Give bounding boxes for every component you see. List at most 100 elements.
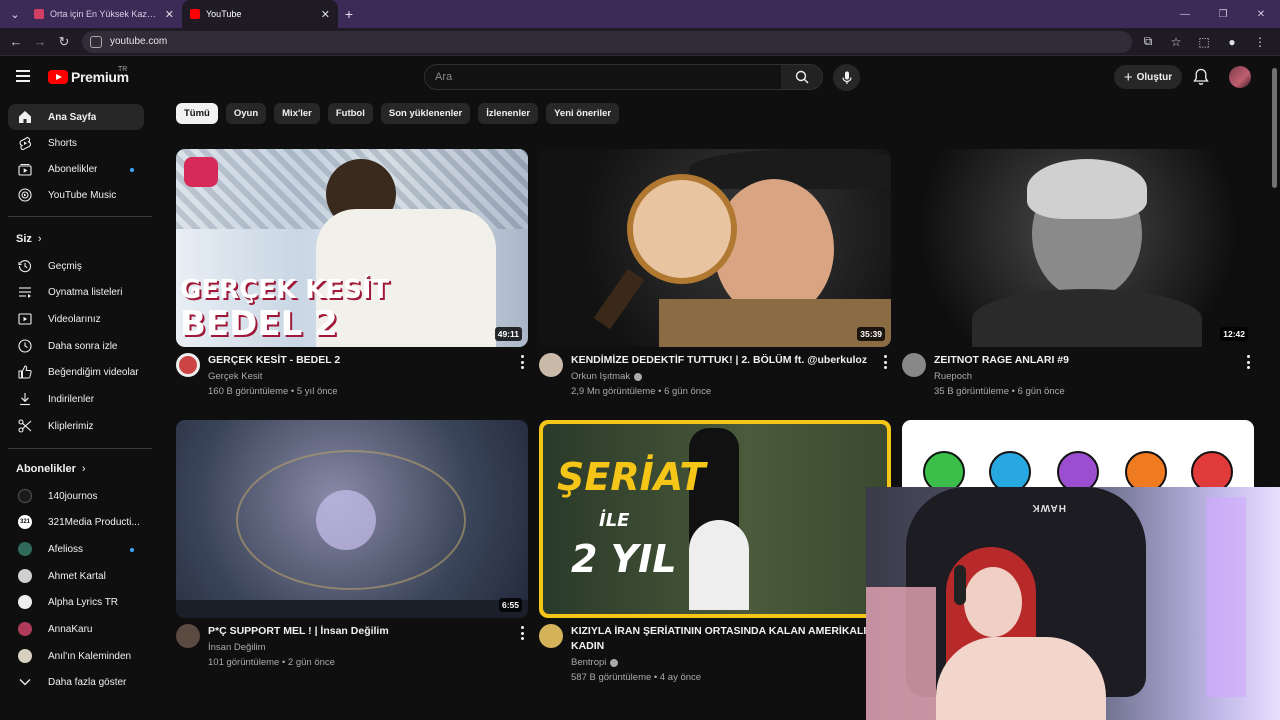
- sidebar-item-playlists[interactable]: Oynatma listeleri: [8, 279, 144, 305]
- create-button[interactable]: + Oluştur: [1114, 65, 1182, 89]
- search-button[interactable]: [781, 64, 823, 90]
- channel-name: Alpha Lyrics TR: [48, 596, 119, 608]
- more-actions-icon[interactable]: [1246, 355, 1250, 369]
- close-tab-icon[interactable]: ✕: [321, 8, 330, 21]
- profile-icon[interactable]: ●: [1218, 30, 1246, 54]
- channel-avatar[interactable]: [539, 624, 563, 648]
- channel-avatar[interactable]: [902, 353, 926, 377]
- video-thumbnail[interactable]: 12:42: [902, 149, 1254, 347]
- browser-tab-0[interactable]: Orta için En Yüksek Kazanma O ✕: [26, 0, 182, 28]
- video-stats: 160 B görüntüleme • 5 yıl önce: [208, 386, 338, 397]
- address-text: youtube.com: [110, 36, 168, 47]
- youtube-header: Premium TR + Oluştur: [0, 56, 1280, 98]
- sidebar-item-history[interactable]: Geçmiş: [8, 253, 144, 279]
- hamburger-menu-icon[interactable]: [16, 70, 30, 82]
- sidebar-channel-alpha-lyrics[interactable]: Alpha Lyrics TR: [8, 589, 144, 615]
- page-scrollbar[interactable]: [1270, 62, 1280, 720]
- sidebar-channel-anil[interactable]: Anıl'ın Kaleminden: [8, 643, 144, 669]
- sidebar-item-youtube-music[interactable]: YouTube Music: [8, 182, 144, 208]
- bookmark-star-icon[interactable]: ☆: [1162, 30, 1190, 54]
- video-title[interactable]: P*Ç SUPPORT MEL ! | İnsan Değilim: [208, 624, 508, 639]
- back-icon[interactable]: ←: [4, 30, 28, 54]
- account-avatar[interactable]: [1229, 66, 1251, 88]
- tab-search-button[interactable]: ⌄: [4, 3, 26, 25]
- voice-search-button[interactable]: [833, 64, 860, 91]
- sidebar-item-clips[interactable]: Kliplerimiz: [8, 413, 144, 439]
- chip-gaming[interactable]: Oyun: [225, 103, 267, 124]
- sidebar-channel-140journos[interactable]: 140journos: [8, 483, 144, 509]
- window-controls: — ❐ ✕: [1166, 0, 1280, 28]
- video-channel-name[interactable]: İnsan Değilim: [208, 642, 266, 653]
- search-input[interactable]: [435, 71, 781, 83]
- sidebar-item-downloads[interactable]: İndirilenler: [8, 386, 144, 412]
- chip-football[interactable]: Futbol: [327, 103, 373, 124]
- forward-icon[interactable]: →: [28, 30, 52, 54]
- video-thumbnail[interactable]: 6:55: [176, 420, 528, 618]
- more-actions-icon[interactable]: [883, 355, 887, 369]
- video-title[interactable]: GERÇEK KESİT - BEDEL 2: [208, 353, 508, 368]
- sidebar-channel-321media[interactable]: 321 321Media Producti...: [8, 509, 144, 535]
- sidebar-channel-annakaru[interactable]: AnnaKaru: [8, 616, 144, 642]
- chip-new-to-you[interactable]: Yeni öneriler: [546, 103, 620, 124]
- sidebar-item-shorts[interactable]: Shorts: [8, 130, 144, 156]
- restore-icon[interactable]: ❐: [1204, 0, 1242, 28]
- reload-icon[interactable]: ↻: [52, 30, 76, 54]
- thumbnail-caption: GERÇEK KESİT: [180, 275, 390, 305]
- thumbnail-caption: BEDEL 2: [180, 304, 338, 344]
- browser-tab-1[interactable]: YouTube ✕: [182, 0, 338, 28]
- webcam-overlay: HAWK: [866, 487, 1280, 720]
- browser-menu-icon[interactable]: ⋮: [1246, 30, 1274, 54]
- close-window-icon[interactable]: ✕: [1242, 0, 1280, 28]
- sidebar-item-watch-later[interactable]: Daha sonra izle: [8, 333, 144, 359]
- sidebar-show-more[interactable]: Daha fazla göster: [8, 669, 144, 695]
- sidebar-item-liked-videos[interactable]: Beğendiğim videolar: [8, 359, 144, 385]
- more-actions-icon[interactable]: [520, 355, 524, 369]
- more-actions-icon[interactable]: [520, 626, 524, 640]
- video-channel-name[interactable]: Gerçek Kesit: [208, 371, 262, 382]
- verified-badge-icon: [634, 372, 643, 381]
- microphone-icon: [841, 71, 852, 84]
- minimize-icon[interactable]: —: [1166, 0, 1204, 28]
- sidebar-item-subscriptions[interactable]: Abonelikler: [8, 156, 144, 182]
- notifications-bell-icon[interactable]: [1193, 68, 1209, 86]
- sidebar-subscriptions-header[interactable]: Abonelikler ›: [16, 463, 86, 475]
- sidebar-divider: [8, 216, 152, 217]
- address-bar[interactable]: youtube.com: [82, 30, 1132, 53]
- channel-avatar[interactable]: [539, 353, 563, 377]
- logo-region: TR: [118, 66, 128, 73]
- video-title[interactable]: KENDİMİZE DEDEKTİF TUTTUK! | 2. BÖLÜM ft…: [571, 353, 871, 368]
- youtube-favicon: [190, 9, 200, 19]
- video-channel-name[interactable]: Orkun Işıtmak: [571, 371, 630, 382]
- extensions-icon[interactable]: ⬚: [1190, 30, 1218, 54]
- chip-mixes[interactable]: Mix'ler: [274, 103, 320, 124]
- home-icon: [18, 110, 32, 124]
- video-thumbnail[interactable]: ŞERİAT İLE 2 YIL 1: [539, 420, 891, 618]
- sidebar-you-header[interactable]: Siz ›: [16, 233, 42, 245]
- site-info-icon[interactable]: [90, 35, 102, 48]
- sidebar-item-your-videos[interactable]: Videolarınız: [8, 306, 144, 332]
- sidebar-item-label: Kliplerimiz: [48, 420, 94, 432]
- install-app-icon[interactable]: ⧉: [1134, 30, 1162, 54]
- chip-watched[interactable]: İzlenenler: [478, 103, 539, 124]
- close-tab-icon[interactable]: ✕: [165, 8, 174, 21]
- chip-recently-uploaded[interactable]: Son yüklenenler: [380, 103, 471, 124]
- video-channel-name[interactable]: Bentropi: [571, 657, 606, 668]
- sidebar-channel-ahmet-kartal[interactable]: Ahmet Kartal: [8, 563, 144, 589]
- shorts-icon: [18, 136, 32, 150]
- channel-avatar[interactable]: [176, 624, 200, 648]
- video-thumbnail[interactable]: GERÇEK KESİT BEDEL 2 49:11: [176, 149, 528, 347]
- youtube-premium-logo[interactable]: Premium TR: [48, 66, 129, 85]
- sidebar-item-home[interactable]: Ana Sayfa: [8, 104, 144, 130]
- sidebar-channel-afelioss[interactable]: Afelioss: [8, 536, 144, 562]
- new-tab-button[interactable]: +: [338, 6, 360, 22]
- your-videos-icon: [18, 312, 32, 326]
- scrollbar-thumb[interactable]: [1272, 68, 1277, 188]
- chip-all[interactable]: Tümü: [176, 103, 218, 124]
- video-thumbnail[interactable]: 35:39: [539, 149, 891, 347]
- video-channel-name[interactable]: Ruepoch: [934, 371, 972, 382]
- music-icon: [18, 188, 32, 202]
- video-title[interactable]: KIZIYLA İRAN ŞERİATININ ORTASINDA KALAN …: [571, 624, 871, 654]
- channel-avatar[interactable]: [176, 353, 200, 377]
- video-title[interactable]: ZEITNOT RAGE ANLARI #9: [934, 353, 1234, 368]
- channel-name: AnnaKaru: [48, 623, 93, 635]
